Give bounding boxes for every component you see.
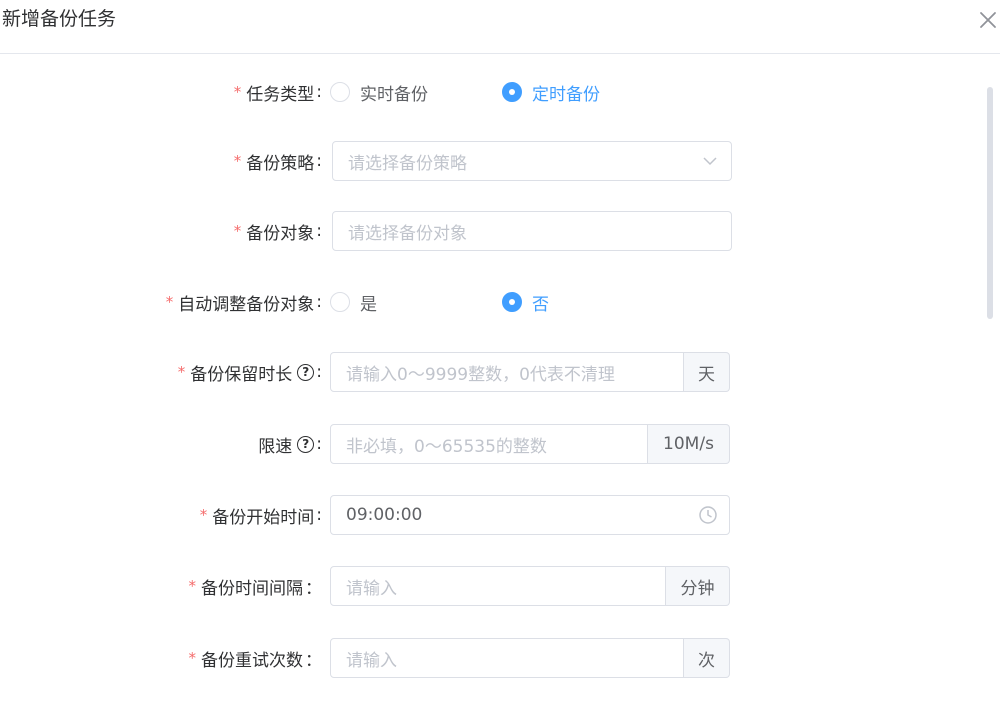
form-row-backup-policy: * 备份策略 : 请选择备份策略 [0, 141, 1000, 181]
backup-object-input[interactable]: 请选择备份对象 [332, 211, 732, 251]
dialog-title: 新增备份任务 [2, 8, 117, 30]
start-time-picker[interactable]: 09:00:00 [330, 495, 730, 535]
form-row-auto-adjust: * 自动调整备份对象 : 是 否 [0, 282, 1000, 322]
radio-realtime-backup[interactable]: 实时备份 [330, 72, 428, 112]
retention-input[interactable]: 请输入0～9999整数，0代表不清理 [330, 352, 684, 392]
radio-no[interactable]: 否 [502, 282, 549, 322]
question-circle-icon[interactable]: ? [297, 435, 315, 453]
radio-circle[interactable] [330, 292, 350, 312]
dialog-header: 新增备份任务 [0, 0, 1000, 54]
form-row-interval: * 备份时间间隔 ： 请输入 分钟 [0, 566, 1000, 606]
backup-policy-select[interactable]: 请选择备份策略 [332, 141, 732, 181]
rate-limit-unit: 10M/s [648, 424, 730, 464]
radio-circle-checked[interactable] [502, 292, 522, 312]
form-row-retry: * 备份重试次数 ： 请输入 次 [0, 638, 1000, 678]
rate-limit-label: 限速 ? : [258, 434, 322, 457]
close-icon[interactable] [978, 9, 998, 31]
interval-label: * 备份时间间隔 ： [188, 577, 323, 599]
retry-unit: 次 [684, 638, 730, 678]
auto-adjust-label: * 自动调整备份对象 : [165, 292, 322, 315]
radio-circle-checked[interactable] [502, 82, 522, 102]
start-time-label: * 备份开始时间 : [199, 505, 322, 528]
backup-policy-label: * 备份策略 : [233, 151, 322, 174]
clock-icon[interactable] [698, 505, 718, 525]
form-row-rate-limit: 限速 ? : 非必填，0～65535的整数 10M/s [0, 424, 1000, 464]
form-row-backup-object: * 备份对象 : 请选择备份对象 [0, 211, 1000, 251]
form-row-retention: * 备份保留时长 ? : 请输入0～9999整数，0代表不清理 天 [0, 352, 1000, 392]
retry-label: * 备份重试次数 ： [188, 649, 323, 671]
task-type-label: * 任务类型 : [233, 82, 322, 105]
radio-circle[interactable] [330, 82, 350, 102]
radio-scheduled-backup[interactable]: 定时备份 [502, 72, 600, 112]
interval-input[interactable]: 请输入 [330, 566, 666, 606]
retention-label: * 备份保留时长 ? : [177, 362, 322, 385]
radio-yes[interactable]: 是 [330, 282, 377, 322]
chevron-down-icon[interactable] [700, 151, 720, 171]
retry-input[interactable]: 请输入 [330, 638, 684, 678]
rate-limit-input[interactable]: 非必填，0～65535的整数 [330, 424, 648, 464]
backup-object-label: * 备份对象 : [233, 221, 322, 244]
required-mark: * [233, 83, 242, 101]
retention-unit: 天 [684, 352, 730, 392]
form-row-start-time: * 备份开始时间 : 09:00:00 [0, 495, 1000, 535]
question-circle-icon[interactable]: ? [297, 363, 315, 381]
interval-unit: 分钟 [666, 566, 730, 606]
form-row-task-type: * 任务类型 : 实时备份 定时备份 [0, 72, 1000, 112]
